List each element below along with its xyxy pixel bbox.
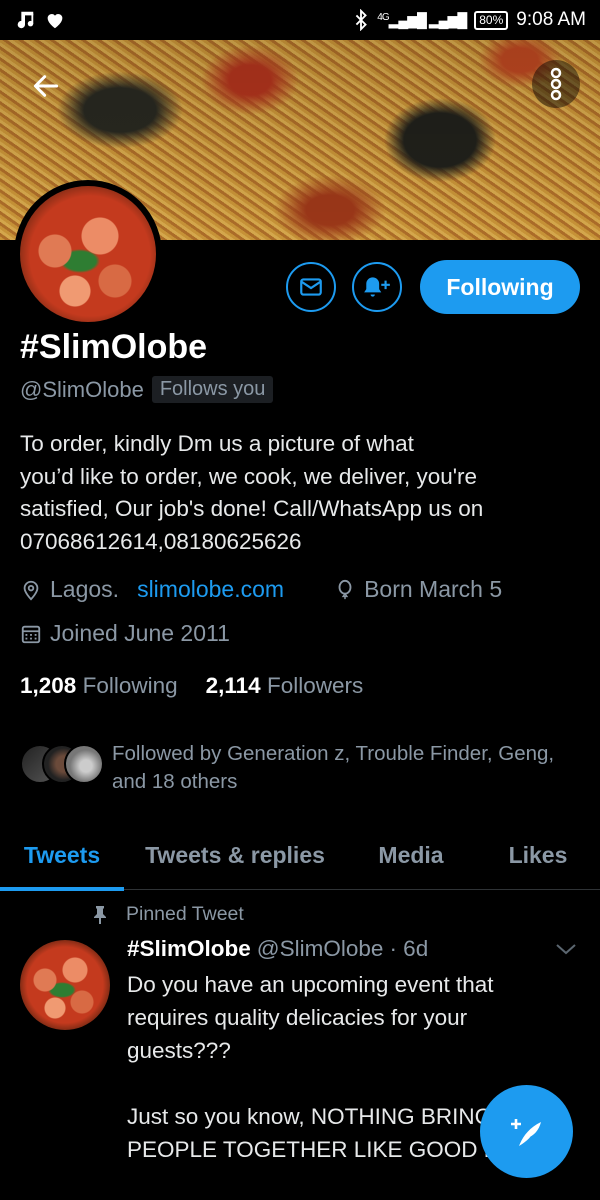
location-text: Lagos. (50, 576, 120, 602)
joined-text: Joined June 2011 (50, 620, 230, 646)
followed-by-text: Followed by Generation z, Trouble Finder… (112, 740, 572, 796)
tab-media[interactable]: Media (346, 820, 476, 890)
followers-number: 2,114 (205, 673, 261, 698)
balloon-icon (338, 579, 352, 599)
profile-avatar[interactable] (14, 180, 162, 328)
profile-tabs: Tweets Tweets & replies Media Likes (0, 820, 600, 891)
back-arrow-icon (33, 75, 59, 97)
compose-tweet-button[interactable] (480, 1085, 573, 1178)
tab-tweets[interactable]: Tweets (0, 820, 124, 891)
birthday-text: Born March 5 (364, 576, 503, 602)
avatar (64, 744, 104, 784)
birthday: Born March 5 (334, 576, 502, 603)
joined-row: Joined June 2011 (20, 620, 230, 647)
bio-line: satisfied, Our job's done! Call/WhatsApp… (20, 496, 484, 521)
pinned-label: Pinned Tweet (126, 903, 244, 925)
pinned-indicator: Pinned Tweet (92, 903, 244, 926)
location-pin-icon (23, 580, 39, 600)
pin-icon (94, 905, 106, 924)
network-type: 4G (377, 11, 389, 23)
follow-counts: 1,208 Following 2,114 Followers (20, 673, 363, 699)
bell-plus-icon (364, 277, 390, 297)
more-vertical-icon (550, 67, 562, 101)
status-bar: 4G▂▄▆█ ▂▄▆█ 80% 9:08 AM (0, 0, 600, 40)
tweet-time: · 6d (389, 936, 429, 961)
signal-icon: 4G▂▄▆█ ▂▄▆█ (377, 11, 467, 28)
website-link[interactable]: slimolobe.com (137, 576, 284, 603)
followers-count[interactable]: 2,114 Followers (206, 673, 364, 699)
followed-by-line: Followed by Generation z, Trouble Finder… (112, 742, 555, 765)
tab-likes[interactable]: Likes (476, 820, 600, 890)
location: Lagos. (20, 576, 119, 603)
bio-line[interactable]: 07068612614,08180625626 (20, 526, 580, 559)
more-options-button[interactable] (532, 60, 580, 108)
tweet-author-name[interactable]: #SlimOlobe (127, 936, 251, 962)
joined-date: Joined June 2011 (20, 620, 230, 647)
tweet-header: #SlimOlobe @SlimOlobe · 6d (127, 936, 428, 962)
chevron-down-icon (556, 944, 576, 955)
followed-by-row[interactable]: Followed by Generation z, Trouble Finder… (20, 740, 572, 796)
bluetooth-icon (356, 9, 368, 31)
heart-icon (47, 14, 63, 29)
display-name: #SlimOlobe (20, 328, 208, 366)
music-note-icon (17, 11, 34, 29)
tweet-author-handle: @SlimOlobe (256, 936, 384, 961)
clock: 9:08 AM (516, 9, 586, 30)
mutual-avatars (20, 744, 106, 790)
profile-meta-row: Lagos. slimolobe.com Born March 5 (20, 576, 502, 603)
following-number: 1,208 (20, 673, 77, 698)
calendar-icon (21, 625, 41, 643)
profile-bio: To order, kindly Dm us a picture of what… (20, 428, 580, 558)
follows-you-badge: Follows you (151, 376, 274, 403)
mail-icon (300, 278, 322, 296)
handle-row: @SlimOlobe Follows you (20, 376, 274, 403)
battery-indicator: 80% (474, 10, 509, 30)
tweet-line: requires quality delicacies for your (127, 1005, 468, 1030)
bio-line: To order, kindly Dm us a picture of what (20, 431, 414, 456)
message-button[interactable] (286, 262, 336, 312)
tweet-line: guests??? (127, 1038, 231, 1063)
following-count[interactable]: 1,208 Following (20, 673, 178, 699)
tweet-menu-button[interactable] (554, 940, 578, 963)
bio-line: you’d like to order, we cook, we deliver… (20, 463, 478, 489)
profile-handle: @SlimOlobe (20, 376, 144, 402)
tweet-avatar[interactable] (20, 940, 110, 1030)
tweet-line: Do you have an upcoming event that (127, 972, 494, 997)
followers-label: Followers (266, 673, 364, 698)
followed-by-line: and 18 others (112, 770, 238, 793)
notifications-button[interactable] (352, 262, 402, 312)
tab-tweets-replies[interactable]: Tweets & replies (124, 820, 346, 890)
back-button[interactable] (22, 62, 70, 110)
following-label: Following (82, 673, 178, 698)
following-button[interactable]: Following (420, 260, 580, 314)
compose-feather-icon (510, 1118, 541, 1146)
